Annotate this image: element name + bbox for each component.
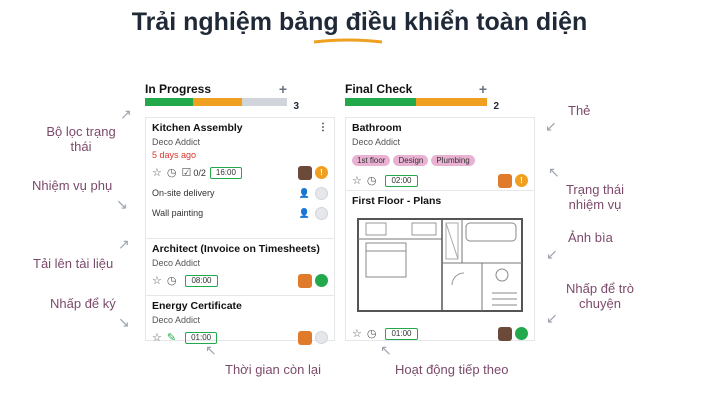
avatar[interactable] <box>298 273 312 288</box>
subtask-count[interactable]: 0/2 <box>193 168 206 178</box>
card-title: First Floor - Plans <box>352 195 442 207</box>
annotation-chat: Nhấp để trò chuyện <box>566 281 634 311</box>
subtask-status-icon[interactable] <box>315 206 328 220</box>
arrow-icon: ↖ <box>380 342 392 358</box>
subtask-item[interactable]: Wall painting 👤 <box>152 206 328 220</box>
filter-done[interactable] <box>345 98 416 106</box>
annotation-sign: Nhấp để ký <box>50 296 116 311</box>
tag-list: 1st floor Design Plumbing <box>352 150 528 168</box>
card-menu-icon[interactable]: ⋮ <box>318 122 328 133</box>
filter-warning[interactable] <box>416 98 487 106</box>
avatar[interactable] <box>298 330 312 345</box>
status-filter-bar[interactable] <box>345 98 487 106</box>
arrow-icon: ↙ <box>546 310 558 326</box>
status-filter-bar[interactable] <box>145 98 287 106</box>
time-remaining: 16:00 <box>209 166 242 179</box>
subtask-label: Wall painting <box>152 208 204 218</box>
page-title: Trải nghiệm bảng điều khiển toàn diện <box>0 8 719 37</box>
add-icon[interactable]: + <box>479 81 487 97</box>
clock-icon[interactable]: ◷ <box>167 167 177 179</box>
card-kitchen-assembly[interactable]: Kitchen Assembly ⋮ Deco Addict 5 days ag… <box>146 118 334 239</box>
arrow-icon: ↘ <box>118 314 130 330</box>
status-done-icon[interactable] <box>315 274 328 287</box>
arrow-icon: ↖ <box>548 164 560 180</box>
clock-icon[interactable]: ◷ <box>367 175 377 187</box>
arrow-icon: ↘ <box>116 196 128 212</box>
card-title: Energy Certificate <box>152 300 242 312</box>
clock-icon[interactable]: ◷ <box>167 275 177 287</box>
annotation-task-status: Trạng thái nhiệm vụ <box>565 182 625 212</box>
add-icon[interactable]: + <box>279 81 287 97</box>
column-count: 3 <box>293 101 299 112</box>
tag[interactable]: Plumbing <box>431 155 475 166</box>
card-architect[interactable]: Architect (Invoice on Timesheets) Deco A… <box>146 239 334 296</box>
subtask-status-icon[interactable] <box>315 186 328 200</box>
star-icon[interactable]: ☆ <box>152 167 162 179</box>
title-part-1: Trải nghiệm bảng <box>131 8 346 36</box>
sign-icon[interactable]: ✎ <box>167 332 176 344</box>
annotation-next-activity: Hoạt động tiếp theo <box>395 362 509 377</box>
filter-done[interactable] <box>145 98 194 106</box>
card-title: Architect (Invoice on Timesheets) <box>152 243 320 255</box>
card-energy-certificate[interactable]: Energy Certificate Deco Addict ☆ ✎ 01:00 <box>146 296 334 348</box>
card-customer: Deco Addict <box>152 315 201 325</box>
card-customer: Deco Addict <box>352 137 401 147</box>
kanban-column-in-progress: Kitchen Assembly ⋮ Deco Addict 5 days ag… <box>145 117 335 345</box>
arrow-icon: ↙ <box>546 246 558 262</box>
arrow-icon: ↙ <box>545 118 557 134</box>
card-title: Kitchen Assembly <box>152 122 243 134</box>
annotation-cover: Ảnh bìa <box>568 230 613 245</box>
card-first-floor-plans[interactable]: First Floor - Plans ☆ ◷ 01:00 <box>346 191 534 342</box>
card-title: Bathroom <box>352 122 402 134</box>
kanban-column-final-check: Bathroom Deco Addict 1st floor Design Plum… <box>345 117 535 341</box>
star-icon[interactable]: ☆ <box>352 328 362 340</box>
subtask-label: On-site delivery <box>152 188 215 198</box>
title-underline <box>313 38 383 44</box>
column-final-check: Final Check + 2 <box>345 80 499 112</box>
star-icon[interactable]: ☆ <box>352 175 362 187</box>
clock-icon[interactable]: ◷ <box>367 328 377 340</box>
title-part-2: khiển toàn diện <box>397 8 588 36</box>
column-count: 2 <box>493 101 499 112</box>
column-in-progress: In Progress + 3 <box>145 80 299 112</box>
subtask-item[interactable]: On-site delivery 👤 <box>152 186 328 200</box>
status-warning-icon[interactable]: ! <box>515 174 528 187</box>
star-icon[interactable]: ☆ <box>152 332 162 344</box>
avatar[interactable] <box>498 326 512 341</box>
avatar[interactable] <box>498 173 512 188</box>
column-title: In Progress <box>145 82 212 96</box>
arrow-icon: ↗ <box>120 106 132 122</box>
title-highlight: điều <box>345 8 398 36</box>
card-bathroom[interactable]: Bathroom Deco Addict 1st floor Design Plum… <box>346 118 534 191</box>
annotation-subtask: Nhiệm vụ phụ <box>32 178 113 193</box>
card-deadline: 5 days ago <box>152 150 197 160</box>
star-icon[interactable]: ☆ <box>152 275 162 287</box>
annotation-filter: Bộ lọc trạng thái <box>46 124 116 154</box>
annotation-upload: Tải lên tài liệu <box>33 256 114 271</box>
annotation-tag: Thẻ <box>568 103 591 118</box>
status-none-icon[interactable] <box>315 331 328 344</box>
filter-warning[interactable] <box>193 98 242 106</box>
tag[interactable]: Design <box>393 155 429 166</box>
status-warning-icon[interactable]: ! <box>315 166 328 179</box>
column-title: Final Check <box>345 82 413 96</box>
arrow-icon: ↗ <box>118 236 130 252</box>
assign-user-icon[interactable]: 👤 <box>299 207 310 219</box>
card-customer: Deco Addict <box>152 258 201 268</box>
card-customer: Deco Addict <box>152 137 201 147</box>
time-remaining: 02:00 <box>385 174 418 187</box>
status-done-icon[interactable] <box>515 327 528 340</box>
time-remaining: 08:00 <box>185 274 218 287</box>
time-remaining: 01:00 <box>385 327 418 340</box>
time-remaining: 01:00 <box>185 331 218 344</box>
avatar[interactable] <box>298 165 312 180</box>
tag[interactable]: 1st floor <box>352 155 391 166</box>
assign-user-icon[interactable]: 👤 <box>299 187 310 199</box>
cover-image <box>357 218 523 312</box>
annotation-time-left: Thời gian còn lại <box>225 362 321 377</box>
checklist-icon[interactable]: ☑ <box>181 167 191 179</box>
